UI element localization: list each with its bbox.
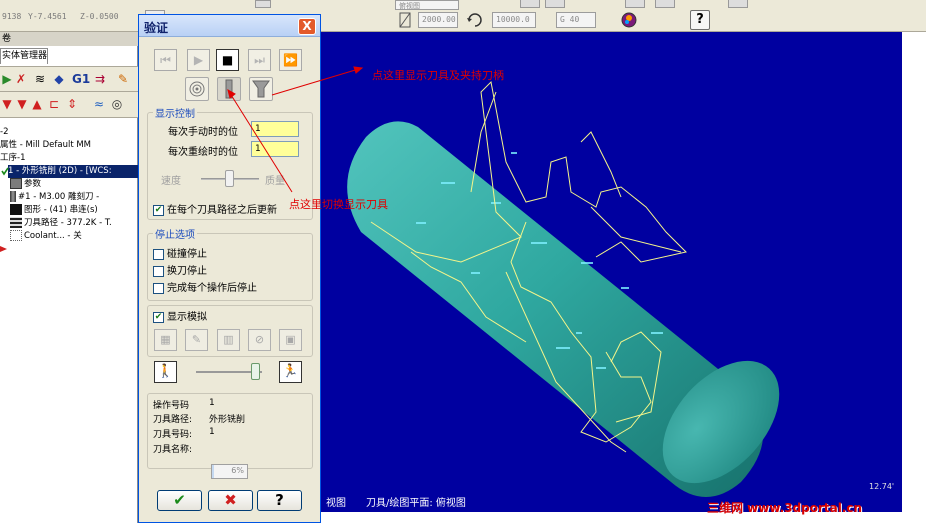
annotation-arrowhead-2 [227,88,236,99]
annotation-arrow-2 [227,89,293,193]
annotation-arrowhead-1 [353,66,364,74]
annotation-arrow-1 [271,67,363,96]
annotation-switch-tool: 点这里切换显示刀具 [289,198,388,211]
annotation-show-holder: 点这里显示刀具及夹持刀柄 [372,69,504,82]
